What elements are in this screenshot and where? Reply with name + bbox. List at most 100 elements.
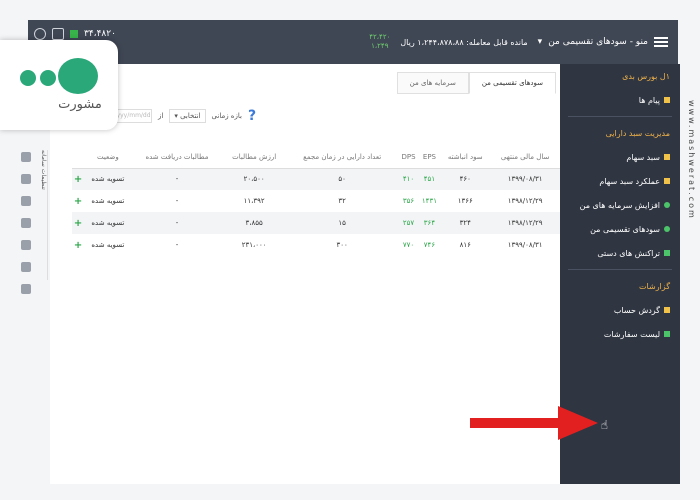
expand-plus-icon[interactable]: + xyxy=(72,190,84,212)
red-arrow-icon xyxy=(470,406,598,440)
tab-dividends[interactable]: سودهای تقسیمی من xyxy=(468,72,556,94)
logo-text: مشورت xyxy=(58,97,102,112)
sidebar-item-label: تراکنش های دستی xyxy=(597,248,660,258)
sidebar-item-label: پیام ها xyxy=(638,95,660,105)
sidebar-section-reports: گزارشات xyxy=(639,281,670,291)
status-dot-icon xyxy=(70,30,78,38)
column-header xyxy=(72,146,85,169)
table-header-row: سال مالی منتهی سود انباشته EPS DPS تعداد… xyxy=(72,146,560,169)
table-cell: ۳۲ xyxy=(338,197,346,205)
expand-plus-icon[interactable]: + xyxy=(72,212,85,234)
chat-icon[interactable] xyxy=(21,240,31,250)
table-cell: ۱۳۹۸/۱۲/۲۹ xyxy=(490,212,560,234)
table-cell: - xyxy=(175,241,179,249)
help-icon[interactable]: ? xyxy=(248,108,256,124)
sidebar-item-transactions[interactable]: تراکنش های دستی xyxy=(560,241,680,265)
circle-icon xyxy=(664,226,670,232)
table-cell: ۴۵۱ xyxy=(418,168,441,190)
calculator-icon[interactable] xyxy=(21,174,31,184)
table-cell: ۳۶۴ xyxy=(418,212,441,234)
table-cell: ۳۵۶ xyxy=(402,197,415,205)
top-bar: منو - سودهای تقسیمی من ▾ مانده قابل معام… xyxy=(28,20,678,64)
flask-icon[interactable] xyxy=(21,196,31,206)
table-cell: ۴۱۰ xyxy=(398,168,419,190)
column-header[interactable]: وضعیت xyxy=(84,146,132,169)
table-cell: ۱۳۶۶ xyxy=(457,197,473,205)
table-cell: ۳۰۰ xyxy=(336,241,348,249)
filter-bar: ? بازه زمانی انتخابی ▾ از yyyy/mm/dd xyxy=(110,108,256,124)
sidebar-item-performance[interactable]: عملکرد سبد سهام xyxy=(560,169,680,193)
table-cell: ۱۴۳۱ xyxy=(421,197,437,205)
table-cell: ۱۳۹۹/۰۸/۳۱ xyxy=(507,241,543,249)
period-select[interactable]: انتخابی ▾ xyxy=(169,109,206,123)
column-header[interactable]: سال مالی منتهی xyxy=(490,146,560,169)
circle-icon xyxy=(664,202,670,208)
period-value: انتخابی xyxy=(180,112,201,120)
table-cell: ۲۵۷ xyxy=(398,212,419,234)
column-header[interactable]: DPS xyxy=(398,146,419,169)
square-icon xyxy=(664,250,670,256)
table-cell: - xyxy=(131,212,223,234)
table-row[interactable]: ۱۳۹۸/۱۲/۲۹ ۱۳۶۶ ۱۴۳۱ ۳۵۶ ۳۲ ۱۱،۳۹۲ - تسو… xyxy=(72,190,560,212)
expand-plus-icon[interactable]: + xyxy=(72,168,85,190)
square-icon xyxy=(664,331,670,337)
sidebar-item-capital-increase[interactable]: افزایش سرمایه های من xyxy=(560,193,680,217)
table-cell: ۷۴۶ xyxy=(423,241,436,249)
sidebar-item-label: افزایش سرمایه های من xyxy=(579,200,660,210)
balance-label: مانده قابل معامله: ۱،۲۴۴،۸۷۸،۸۸ ریال xyxy=(400,37,528,47)
medal-icon[interactable] xyxy=(21,152,31,162)
expand-plus-icon[interactable]: + xyxy=(72,234,84,256)
period-label: بازه زمانی xyxy=(211,112,242,120)
toolbar-left: ۳۴،۴۸۲۰ xyxy=(34,28,116,40)
sidebar-item-dividends[interactable]: سودهای تقسیمی من xyxy=(560,217,680,241)
stock-value: ۳۴،۴۸۲۰ xyxy=(84,29,116,39)
sidebar-item-label: عملکرد سبد سهام xyxy=(599,176,660,186)
sidebar-item-orders[interactable]: لیست سفارشات xyxy=(560,322,680,346)
chevron-down-icon[interactable]: ▾ xyxy=(538,37,543,47)
coin-icon[interactable] xyxy=(21,218,31,228)
checklist-icon[interactable] xyxy=(21,284,31,294)
column-header[interactable]: ارزش مطالبات xyxy=(222,146,286,169)
table-row[interactable]: ۱۳۹۸/۱۲/۲۹ ۳۲۴ ۳۶۴ ۲۵۷ ۱۵ ۳،۸۵۵ - تسویه … xyxy=(72,212,560,234)
tab-bar: سودهای تقسیمی من سرمایه های من xyxy=(396,72,556,94)
sidebar-item-account-statement[interactable]: گردش حساب xyxy=(560,298,680,322)
screen: منو - سودهای تقسیمی من ▾ مانده قابل معام… xyxy=(0,0,700,500)
page-title: منو - سودهای تقسیمی من xyxy=(548,37,648,47)
column-header[interactable]: تعداد دارایی در زمان مجمع xyxy=(285,146,399,169)
table-cell: ۳۲۴ xyxy=(440,212,491,234)
table-cell: ۵۰ xyxy=(285,168,399,190)
settings-icon[interactable] xyxy=(34,28,46,40)
column-header[interactable]: سود انباشته xyxy=(440,146,491,169)
hamburger-menu-icon[interactable] xyxy=(654,37,668,47)
table-row[interactable]: ۱۳۹۹/۰۸/۳۱ ۸۱۶ ۷۴۶ ۷۷۰ ۳۰۰ ۲۳۱،۰۰۰ - تسو… xyxy=(72,234,560,256)
side-vertical-tab[interactable]: تنظیمات سامانه xyxy=(36,150,48,280)
green-value-top: ۴۲،۴۲۰ xyxy=(369,33,391,41)
green-values: ۴۲،۴۲۰ ۱،۲۴۹ xyxy=(369,33,390,51)
table-cell: ۴۶۰ xyxy=(440,168,491,190)
site-logo: مشورت xyxy=(0,40,118,130)
table-row[interactable]: ۱۳۹۹/۰۸/۳۱ ۴۶۰ ۴۵۱ ۴۱۰ ۵۰ ۲۰،۵۰۰ - تسویه… xyxy=(72,168,560,190)
sidebar-item-label: سودهای تقسیمی من xyxy=(590,224,660,234)
table-cell: ۱۳۹۸/۱۲/۲۹ xyxy=(507,197,543,205)
table-cell: - xyxy=(175,197,179,205)
tab-investments[interactable]: سرمایه های من xyxy=(396,72,469,94)
table-cell: ۸۱۶ xyxy=(459,241,471,249)
dividends-table: سال مالی منتهی سود انباشته EPS DPS تعداد… xyxy=(72,146,560,256)
sidebar-item-messages[interactable]: پیام ها xyxy=(560,88,680,112)
column-header[interactable]: EPS xyxy=(418,146,441,169)
square-icon xyxy=(664,307,670,313)
sidebar-item-portfolio[interactable]: سبد سهام xyxy=(560,145,680,169)
sidebar-item-label: گردش حساب xyxy=(613,305,660,315)
square-icon xyxy=(664,97,670,103)
table-cell: ۱۳۹۹/۰۸/۳۱ xyxy=(490,168,560,190)
square-icon xyxy=(664,154,670,160)
column-header[interactable]: مطالبات دریافت شده xyxy=(131,146,223,169)
grid-icon[interactable] xyxy=(52,28,64,40)
document-icon[interactable] xyxy=(21,262,31,272)
watermark: www.mashwerat.com xyxy=(687,100,696,220)
left-toolbar xyxy=(18,140,34,440)
table-cell: تسویه شده xyxy=(84,168,132,190)
logo-graphic: مشورت xyxy=(20,58,102,112)
table-cell: تسویه شده xyxy=(84,212,132,234)
sidebar-item-0[interactable]: ۱ل بورس بدی xyxy=(560,64,680,88)
